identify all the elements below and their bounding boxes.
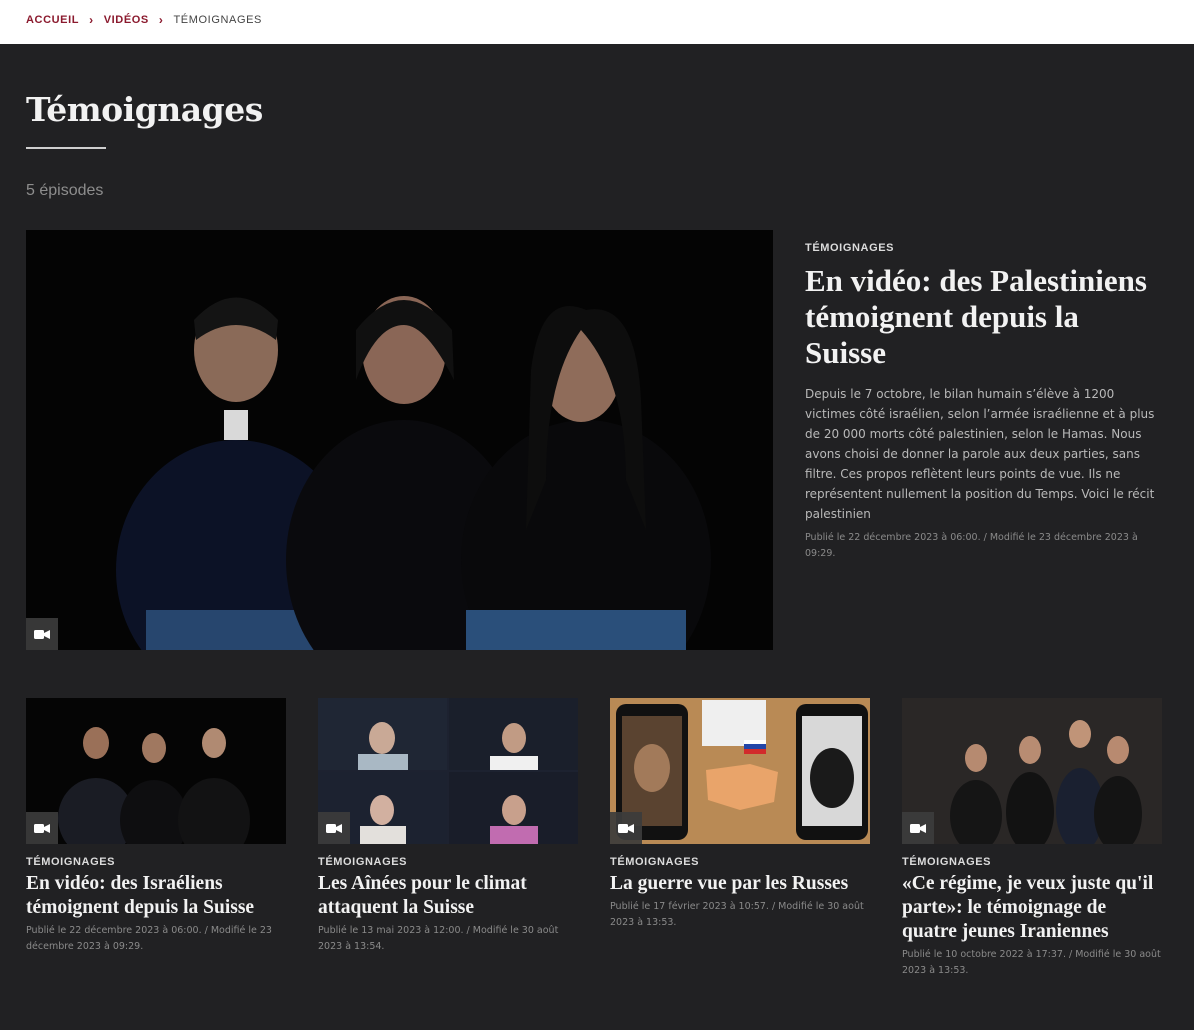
episode-title-link[interactable]: En vidéo: des Israéliens témoignent depu…: [26, 872, 286, 920]
video-camera-icon: [26, 618, 58, 650]
breadcrumb: ACCUEIL › VIDÉOS › TÉMOIGNAGES: [26, 13, 262, 27]
episode-thumbnail[interactable]: [902, 698, 1162, 844]
episode-thumbnail[interactable]: [318, 698, 578, 844]
thumbnail-image: [610, 698, 870, 844]
featured-date-meta: Publié le 22 décembre 2023 à 06:00. / Mo…: [805, 532, 1138, 559]
chevron-right-icon: ›: [89, 13, 94, 27]
thumbnail-image: [902, 698, 1162, 844]
episode-count: 5 épisodes: [26, 182, 104, 199]
thumbnail-image: [318, 698, 578, 844]
video-camera-icon: [318, 812, 350, 844]
featured-photo: [26, 230, 773, 650]
featured-title-link[interactable]: En vidéo: des Palestiniens témoignent de…: [805, 263, 1167, 371]
episode-card: TÉMOIGNAGES «Ce régime, je veux juste qu…: [902, 698, 1162, 979]
featured-video-thumbnail[interactable]: [26, 230, 773, 650]
episode-date-meta: Publié le 10 octobre 2022 à 17:37. / Mod…: [902, 949, 1161, 976]
episode-kicker: TÉMOIGNAGES: [26, 856, 116, 868]
chevron-right-icon: ›: [158, 13, 164, 27]
thumbnail-image: [26, 698, 286, 844]
breadcrumb-current: TÉMOIGNAGES: [173, 14, 262, 26]
episode-kicker: TÉMOIGNAGES: [318, 856, 408, 868]
top-bar: ACCUEIL › VIDÉOS › TÉMOIGNAGES: [0, 0, 1194, 44]
episode-card: TÉMOIGNAGES Les Aînées pour le climat at…: [318, 698, 578, 955]
episode-title-link[interactable]: Les Aînées pour le climat attaquent la S…: [318, 872, 578, 920]
episode-card: TÉMOIGNAGES La guerre vue par les Russes…: [610, 698, 870, 931]
featured-kicker: TÉMOIGNAGES: [805, 242, 895, 254]
episode-card: TÉMOIGNAGES En vidéo: des Israéliens tém…: [26, 698, 286, 955]
title-underline: [26, 147, 106, 149]
video-camera-icon: [902, 812, 934, 844]
episode-thumbnail[interactable]: [610, 698, 870, 844]
breadcrumb-videos-link[interactable]: VIDÉOS: [104, 14, 149, 26]
episode-thumbnail[interactable]: [26, 698, 286, 844]
episode-date-meta: Publié le 22 décembre 2023 à 06:00. / Mo…: [26, 925, 272, 952]
episode-date-meta: Publié le 17 février 2023 à 10:57. / Mod…: [610, 901, 864, 928]
episode-date-meta: Publié le 13 mai 2023 à 12:00. / Modifié…: [318, 925, 559, 952]
page-title: Témoignages: [26, 90, 263, 129]
episode-title-link[interactable]: «Ce régime, je veux juste qu'il parte»: …: [902, 872, 1162, 944]
breadcrumb-home-link[interactable]: ACCUEIL: [26, 14, 79, 26]
featured-article: TÉMOIGNAGES En vidéo: des Palestiniens t…: [805, 242, 1167, 562]
episode-kicker: TÉMOIGNAGES: [610, 856, 700, 868]
episode-title-link[interactable]: La guerre vue par les Russes: [610, 872, 870, 896]
video-camera-icon: [26, 812, 58, 844]
video-camera-icon: [610, 812, 642, 844]
episode-kicker: TÉMOIGNAGES: [902, 856, 992, 868]
featured-summary: Depuis le 7 octobre, le bilan humain s’é…: [805, 387, 1155, 521]
